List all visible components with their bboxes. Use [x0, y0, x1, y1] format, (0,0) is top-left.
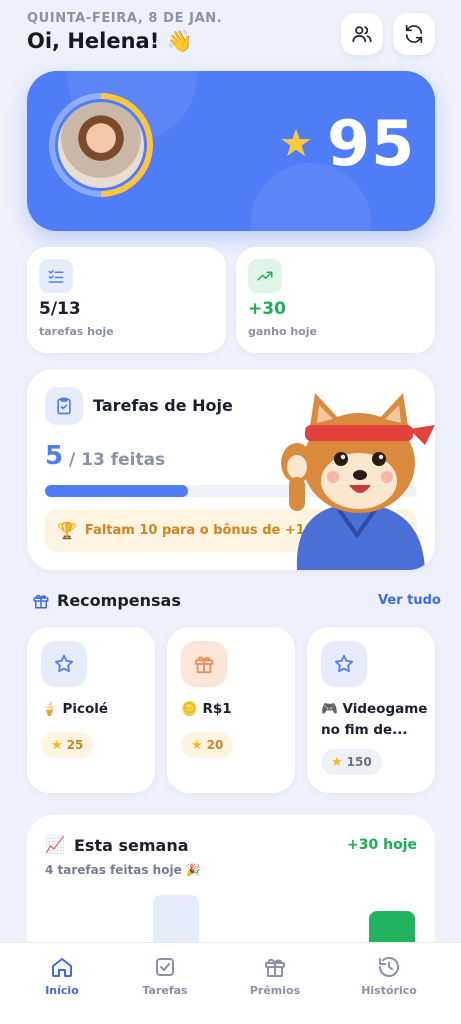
- see-all-link[interactable]: Ver tudo: [378, 593, 441, 608]
- today-title: Tarefas de Hoje: [93, 396, 233, 415]
- rewards-section-title: Recompensas: [57, 591, 181, 610]
- home-icon: [52, 958, 72, 977]
- today-tasks-card[interactable]: Tarefas de Hoje 5 / 13 feitas 🏆 Faltam 1…: [27, 369, 435, 570]
- gift-icon: [265, 958, 285, 977]
- tasks-done-count: 5: [45, 441, 64, 471]
- stat-value: 5/13: [39, 299, 81, 319]
- star-icon: ★: [51, 737, 63, 753]
- nav-item-tasks[interactable]: Tarefas: [120, 955, 210, 997]
- reward-cost-badge: ★ 25: [41, 732, 94, 758]
- reward-name: 🍦 Picolé: [41, 701, 109, 717]
- star-icon: [41, 641, 87, 687]
- reward-card[interactable]: 🍦 Picolé ★ 25: [27, 627, 155, 793]
- reward-cost-badge: ★ 150: [321, 749, 382, 775]
- reward-name: 🪙 R$1: [181, 701, 232, 717]
- shiba-mascot-illustration: [281, 393, 435, 570]
- week-title: Esta semana: [74, 836, 189, 855]
- chart-up-icon: 📈: [45, 835, 65, 854]
- stat-label: tarefas hoje: [39, 325, 114, 338]
- reward-cost: 150: [346, 755, 372, 769]
- refresh-button[interactable]: [393, 13, 435, 55]
- trending-up-icon: [248, 259, 282, 293]
- gift-icon: [181, 641, 227, 687]
- greeting: Oi, Helena! 👋: [27, 29, 193, 53]
- nav-label: Tarefas: [142, 984, 188, 997]
- nav-label: Prêmios: [249, 984, 301, 997]
- stat-card-gain: +30 ganho hoje: [236, 247, 435, 353]
- star-icon: [321, 641, 367, 687]
- date-label: QUINTA-FEIRA, 8 DE JAN.: [27, 11, 223, 26]
- stat-value: +30: [248, 299, 286, 319]
- nav-item-history[interactable]: Histórico: [344, 955, 434, 997]
- reward-cost: 25: [66, 738, 84, 752]
- reward-cost-badge: ★ 20: [181, 732, 234, 758]
- tasks-total: / 13 feitas: [69, 450, 166, 470]
- week-subtitle: 4 tarefas feitas hoje 🎉: [45, 863, 201, 877]
- profiles-button[interactable]: [341, 13, 383, 55]
- star-icon: ★: [331, 754, 343, 770]
- refresh-icon: [405, 24, 423, 44]
- nav-label: Início: [45, 984, 79, 997]
- week-today-gain: +30 hoje: [347, 837, 417, 853]
- reward-cost: 20: [206, 738, 224, 752]
- clipboard-check-icon: [45, 387, 83, 425]
- star-icon: ★: [279, 121, 314, 165]
- points-card: ★ 95: [27, 71, 435, 231]
- tasks-progress-fill: [45, 485, 189, 497]
- avatar: [55, 99, 147, 191]
- avatar-progress-ring[interactable]: [49, 93, 153, 197]
- stat-card-tasks: 5/13 tarefas hoje: [27, 247, 226, 353]
- nav-label: Histórico: [361, 984, 417, 997]
- reward-card[interactable]: 🪙 R$1 ★ 20: [167, 627, 295, 793]
- points-value: 95: [327, 107, 416, 180]
- nav-item-rewards[interactable]: Prêmios: [230, 955, 320, 997]
- check-square-icon: [156, 958, 174, 976]
- stat-label: ganho hoje: [248, 325, 317, 338]
- users-icon: [352, 26, 372, 43]
- reward-card[interactable]: 🎮 Videogame no fim de... ★ 150: [307, 627, 435, 793]
- gift-icon: [33, 594, 49, 609]
- nav-item-home[interactable]: Início: [17, 955, 107, 997]
- list-check-icon: [39, 259, 73, 293]
- history-icon: [379, 957, 399, 977]
- reward-name: 🎮 Videogame no fim de...: [321, 701, 428, 738]
- star-icon: ★: [191, 737, 203, 753]
- bottom-nav: Início Tarefas Prêmios Histórico: [0, 942, 461, 1024]
- trophy-icon: 🏆: [57, 521, 77, 540]
